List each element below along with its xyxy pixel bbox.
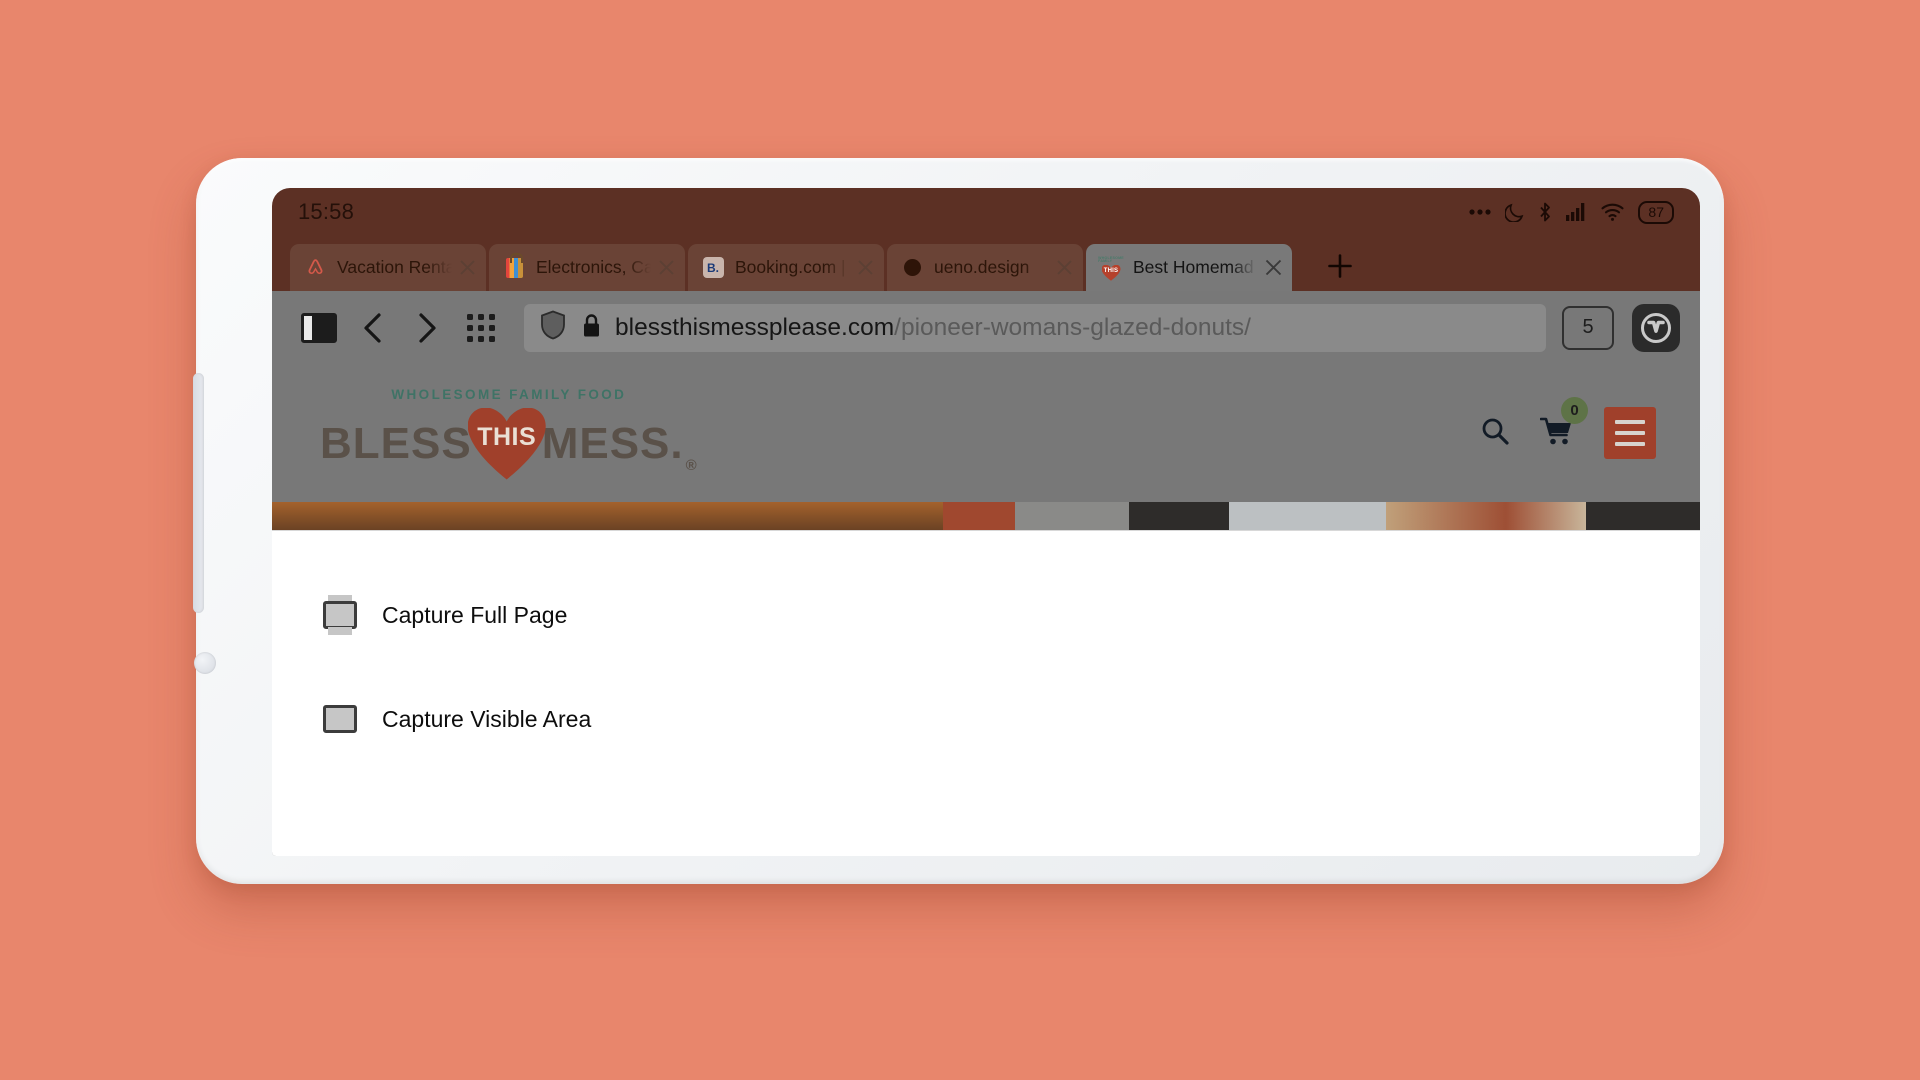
capture-menu-panel: Capture Full Page Capture Visible Area <box>272 530 1700 856</box>
wifi-icon <box>1601 203 1624 221</box>
airbnb-icon <box>304 257 326 279</box>
tab-title: ueno.design <box>934 257 1030 277</box>
page-image-light <box>1228 502 1386 530</box>
shield-icon[interactable] <box>540 310 566 345</box>
tab-title: Vacation Renta <box>337 257 452 277</box>
logo-word-right: MESS <box>541 418 671 468</box>
tablet-device: 15:58 87 Vacation Renta Electronics, Ca … <box>193 158 1724 884</box>
menu-item-capture-visible-area[interactable]: Capture Visible Area <box>272 681 1700 757</box>
tablet-screen: 15:58 87 Vacation Renta Electronics, Ca … <box>272 188 1700 856</box>
status-bar-clock: 15:58 <box>298 199 355 224</box>
tab-close-icon[interactable] <box>655 257 677 279</box>
site-logo[interactable]: WHOLESOME FAMILY FOOD BLESS THIS MESS . … <box>320 387 698 480</box>
cart-count-badge: 0 <box>1561 396 1588 424</box>
grid-icon <box>467 313 495 342</box>
chevron-right-icon <box>419 312 436 343</box>
menu-item-capture-full-page[interactable]: Capture Full Page <box>272 577 1700 653</box>
tab-counter-button[interactable]: 5 <box>1562 305 1614 350</box>
page-image-strip <box>272 502 1700 530</box>
panel-icon <box>301 312 337 343</box>
site-header-actions: 0 <box>1480 396 1656 459</box>
bless-this-mess-icon: WHOLESOME FAMILY THIS <box>1098 256 1124 279</box>
panel-toggle-button[interactable] <box>292 301 346 355</box>
search-icon[interactable] <box>1480 416 1510 451</box>
vivaldi-menu-button[interactable] <box>1632 303 1680 352</box>
tab-strip: Vacation Renta Electronics, Ca B. Bookin… <box>272 236 1700 291</box>
page-image-left <box>272 502 944 530</box>
menu-item-label: Capture Visible Area <box>382 705 592 732</box>
tab-title: Booking.com | <box>735 257 846 277</box>
chevron-left-icon <box>364 312 381 343</box>
power-button[interactable] <box>194 652 216 674</box>
tab-close-icon[interactable] <box>1053 257 1075 279</box>
menu-item-label: Capture Full Page <box>382 601 568 628</box>
more-options-icon <box>1469 208 1492 216</box>
status-bar: 15:58 87 <box>272 188 1700 236</box>
page-image-right <box>1385 502 1586 530</box>
browser-tab[interactable]: Vacation Renta <box>290 244 486 291</box>
url-path: /pioneer-womans-glazed-donuts/ <box>894 313 1251 341</box>
browser-tab[interactable]: ueno.design <box>887 244 1083 291</box>
web-page-content: WHOLESOME FAMILY FOOD BLESS THIS MESS . … <box>272 364 1700 856</box>
logo-kicker: WHOLESOME FAMILY FOOD <box>391 386 627 402</box>
tab-title: Electronics, Ca <box>536 257 651 277</box>
tab-title: Best Homemad <box>1133 257 1254 277</box>
new-tab-button[interactable] <box>1317 243 1363 289</box>
browser-tab-active[interactable]: WHOLESOME FAMILY THIS Best Homemad <box>1086 244 1292 291</box>
logo-wordmark: BLESS THIS MESS . ® <box>320 408 698 480</box>
url-domain: blessthismessplease.com <box>615 313 895 341</box>
logo-word-left: BLESS <box>320 418 472 468</box>
browser-tab[interactable]: B. Booking.com | <box>688 244 884 291</box>
do-not-disturb-moon-icon <box>1505 202 1524 222</box>
page-image-edge <box>1585 502 1700 530</box>
volume-rocker-button[interactable] <box>193 373 204 613</box>
page-image-accent <box>943 502 1015 530</box>
vivaldi-logo-icon <box>1641 312 1671 343</box>
page-image-gap <box>1014 502 1129 530</box>
logo-heart-icon: THIS <box>468 408 546 480</box>
browser-tab[interactable]: Electronics, Ca <box>489 244 685 291</box>
page-image-dark <box>1128 502 1229 530</box>
site-menu-button[interactable] <box>1604 407 1656 459</box>
address-bar[interactable]: blessthismessplease.com/pioneer-womans-g… <box>524 303 1546 352</box>
booking-b-icon: B. <box>702 257 724 279</box>
site-header: WHOLESOME FAMILY FOOD BLESS THIS MESS . … <box>272 364 1700 502</box>
cellular-signal-icon <box>1566 203 1587 221</box>
bluetooth-icon <box>1538 202 1552 222</box>
forward-button[interactable] <box>400 301 454 355</box>
address-bar-url: blessthismessplease.com/pioneer-womans-g… <box>615 314 1251 342</box>
browser-toolbar: blessthismessplease.com/pioneer-womans-g… <box>272 291 1700 364</box>
status-bar-icons: 87 <box>1469 200 1674 224</box>
tab-close-icon[interactable] <box>456 257 478 279</box>
tab-close-icon[interactable] <box>854 257 876 279</box>
cart-button[interactable]: 0 <box>1539 396 1588 451</box>
shopping-bag-icon <box>503 252 525 279</box>
logo-period: . <box>670 418 684 468</box>
lock-icon <box>582 313 601 343</box>
capture-full-page-icon <box>320 595 360 635</box>
registered-mark: ® <box>685 456 698 474</box>
speed-dial-button[interactable] <box>454 301 508 355</box>
logo-heart-word: THIS <box>477 423 537 451</box>
capture-visible-area-icon <box>320 699 360 739</box>
tab-close-icon[interactable] <box>1262 257 1284 279</box>
dark-circle-icon <box>901 257 923 279</box>
battery-icon: 87 <box>1638 200 1674 224</box>
back-button[interactable] <box>346 301 400 355</box>
